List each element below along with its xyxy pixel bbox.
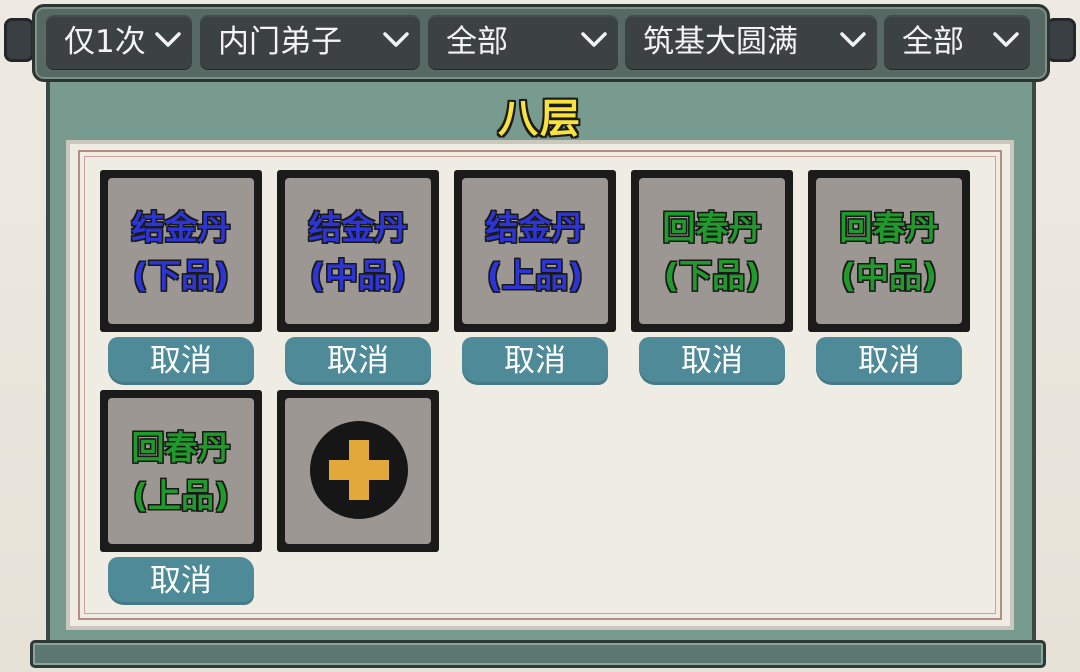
- pill-slot-face: 回春丹 (下品): [639, 178, 785, 324]
- cancel-button[interactable]: 取消: [816, 337, 962, 385]
- scroll-rod-left-cap: [4, 18, 34, 62]
- cancel-button[interactable]: 取消: [108, 557, 254, 605]
- pill-slot[interactable]: 回春丹 (中品): [808, 170, 970, 332]
- pill-slot-face: 回春丹 (中品): [816, 178, 962, 324]
- chevron-down-icon: [155, 32, 181, 47]
- rank-filter-label: 内门弟子: [218, 24, 342, 60]
- pill-name: 回春丹 (中品): [839, 208, 939, 295]
- scope-filter-label: 全部: [902, 24, 964, 60]
- cancel-button[interactable]: 取消: [462, 337, 608, 385]
- floor-title: 八层: [498, 96, 582, 142]
- times-filter-dropdown[interactable]: 仅1次: [46, 15, 192, 69]
- pill-slot[interactable]: 结金丹 (上品): [454, 170, 616, 332]
- scroll-rod-bottom: [30, 640, 1046, 668]
- pill-name: 结金丹 (上品): [485, 208, 585, 295]
- pill-slot-face: 结金丹 (下品): [108, 178, 254, 324]
- realm-filter-label: 筑基大圆满: [643, 24, 798, 60]
- scroll-rod-right-cap: [1046, 18, 1076, 62]
- pill-slot-face: 结金丹 (中品): [285, 178, 431, 324]
- pill-slot[interactable]: 结金丹 (中品): [277, 170, 439, 332]
- rank-filter-dropdown[interactable]: 内门弟子: [200, 15, 420, 69]
- category-filter-label: 全部: [446, 24, 508, 60]
- add-slot-face: [285, 398, 431, 544]
- pill-name: 结金丹 (下品): [131, 208, 231, 295]
- pill-name: 结金丹 (中品): [308, 208, 408, 295]
- pill-slot[interactable]: 回春丹 (下品): [631, 170, 793, 332]
- plus-icon: [310, 421, 408, 519]
- pill-slot-face: 回春丹 (上品): [108, 398, 254, 544]
- times-filter-label: 仅1次: [64, 24, 146, 60]
- cancel-button[interactable]: 取消: [639, 337, 785, 385]
- pill-name: 回春丹 (上品): [131, 428, 231, 515]
- cancel-button[interactable]: 取消: [285, 337, 431, 385]
- category-filter-dropdown[interactable]: 全部: [428, 15, 618, 69]
- add-pill-slot[interactable]: [277, 390, 439, 552]
- realm-filter-dropdown[interactable]: 筑基大圆满: [625, 15, 877, 69]
- chevron-down-icon: [993, 32, 1019, 47]
- pill-slot-face: 结金丹 (上品): [462, 178, 608, 324]
- pill-name: 回春丹 (下品): [662, 208, 762, 295]
- alchemy-floor-screen: 仅1次 内门弟子 全部 筑基大圆满 全部 八层 结金丹 (下品) 取消 结金丹 …: [0, 0, 1080, 672]
- cancel-button[interactable]: 取消: [108, 337, 254, 385]
- chevron-down-icon: [581, 32, 607, 47]
- pill-slot[interactable]: 回春丹 (上品): [100, 390, 262, 552]
- pill-slot[interactable]: 结金丹 (下品): [100, 170, 262, 332]
- chevron-down-icon: [383, 32, 409, 47]
- scope-filter-dropdown[interactable]: 全部: [884, 15, 1030, 69]
- chevron-down-icon: [840, 32, 866, 47]
